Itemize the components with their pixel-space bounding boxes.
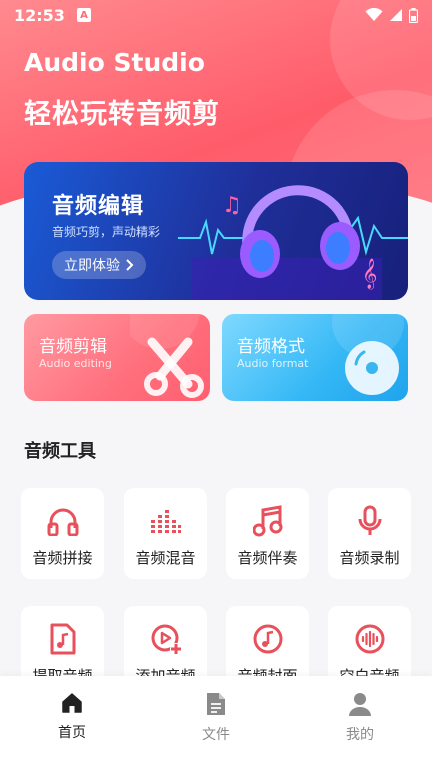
tool-label: 音频混音 <box>135 549 196 567</box>
file-icon <box>207 693 225 715</box>
tool-audio-accompany[interactable]: 音频伴奏 <box>226 488 309 579</box>
headphones-illustration: ♫ 𝄞 <box>178 185 408 300</box>
chevron-right-icon <box>126 259 134 271</box>
nav-home[interactable]: 首页 <box>32 692 112 742</box>
app-subtitle: 轻松玩转音频剪 <box>24 99 220 130</box>
nav-files[interactable]: 文件 <box>176 692 256 744</box>
status-time: 12:53 <box>14 5 65 25</box>
disc-icon <box>332 314 404 395</box>
headphones-icon <box>46 504 80 538</box>
app-title: Audio Studio <box>24 48 205 77</box>
audio-format-subtitle: Audio format <box>237 357 309 370</box>
svg-text:𝄞: 𝄞 <box>362 258 377 290</box>
audio-editing-card[interactable]: 音频剪辑 Audio editing <box>24 314 210 401</box>
nav-mine-label: 我的 <box>346 727 374 743</box>
tool-audio-merge[interactable]: 音频拼接 <box>21 488 104 579</box>
music-note-icon <box>251 504 285 538</box>
banner-title: 音频编辑 <box>52 194 145 219</box>
banner-desc: 音频巧剪，声动精彩 <box>52 225 161 239</box>
microphone-icon <box>353 504 387 538</box>
svg-text:♫: ♫ <box>222 193 242 218</box>
file-music-icon <box>46 622 80 656</box>
audio-editing-title: 音频剪辑 <box>39 337 107 357</box>
add-video-icon <box>149 622 183 656</box>
audio-edit-banner[interactable]: 音频编辑 音频巧剪，声动精彩 立即体验 ♫ 𝄞 <box>24 162 408 300</box>
home-icon <box>62 693 82 713</box>
bottom-nav: 首页 文件 我的 <box>0 676 432 768</box>
user-icon <box>349 693 371 716</box>
nav-home-label: 首页 <box>58 725 86 741</box>
try-now-button[interactable]: 立即体验 <box>52 251 146 279</box>
wifi-icon <box>365 8 383 21</box>
tool-label: 音频录制 <box>339 549 400 567</box>
cell-signal-icon <box>390 9 402 21</box>
notification-icon: A <box>76 8 91 22</box>
tool-audio-record[interactable]: 音频录制 <box>328 488 411 579</box>
status-bar: 12:53 A <box>0 0 432 30</box>
try-now-label: 立即体验 <box>64 257 120 273</box>
tool-label: 音频拼接 <box>32 549 93 567</box>
audio-format-title: 音频格式 <box>237 337 305 357</box>
nav-files-label: 文件 <box>202 727 230 743</box>
scissors-icon <box>130 314 204 398</box>
waveform-icon <box>353 622 387 656</box>
battery-icon <box>409 7 418 23</box>
audio-editing-subtitle: Audio editing <box>39 357 112 370</box>
audio-tools-title: 音频工具 <box>24 441 96 462</box>
tool-label: 音频伴奏 <box>237 549 298 567</box>
equalizer-icon <box>149 504 183 538</box>
audio-format-card[interactable]: 音频格式 Audio format <box>222 314 408 401</box>
music-disc-icon <box>251 622 285 656</box>
tool-audio-mix[interactable]: 音频混音 <box>124 488 207 579</box>
nav-mine[interactable]: 我的 <box>320 692 400 744</box>
